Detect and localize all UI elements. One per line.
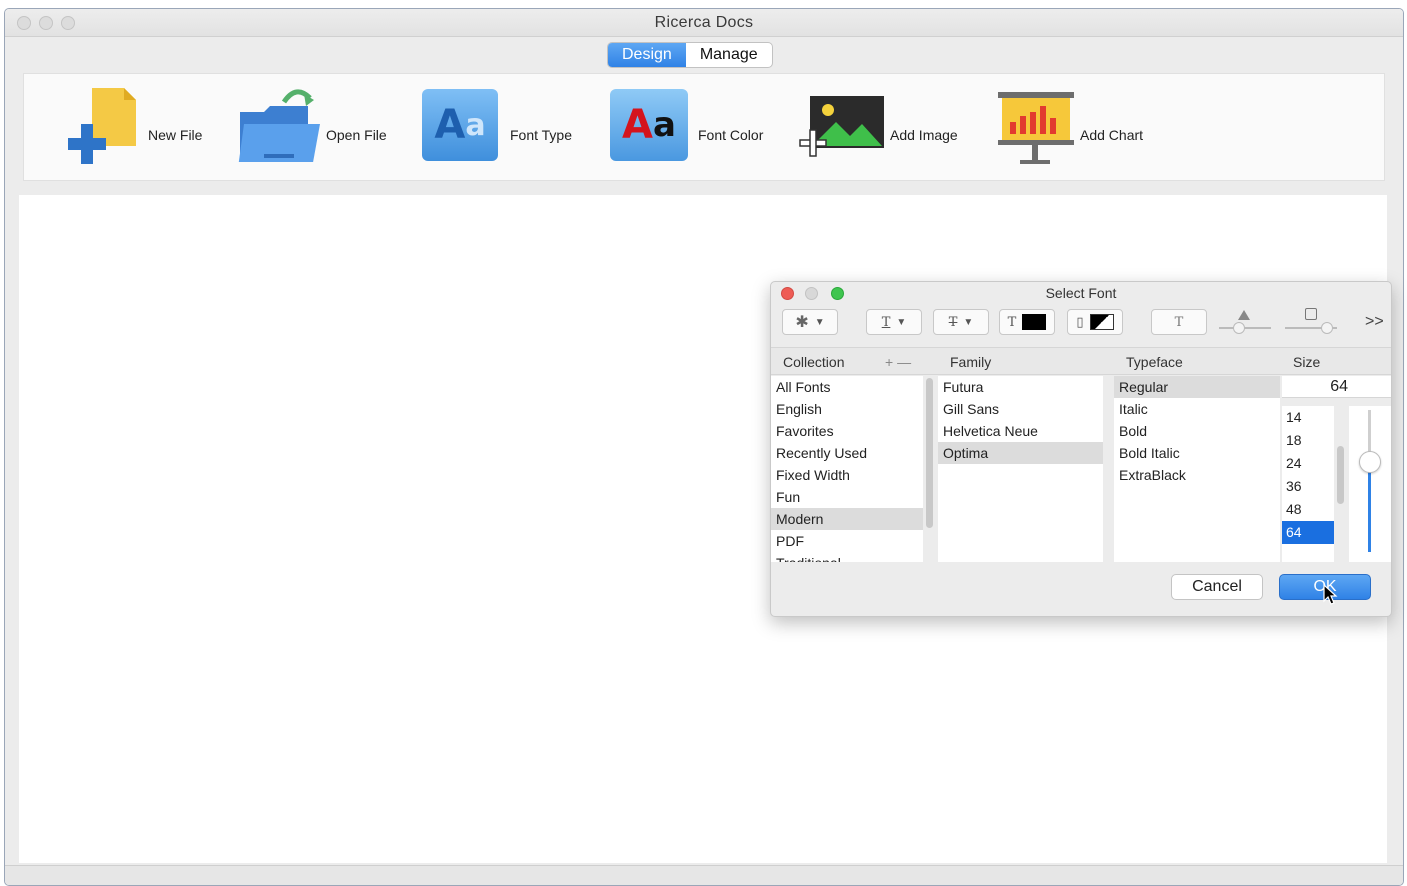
gear-icon: ✱ — [795, 314, 809, 331]
tab-design[interactable]: Design — [608, 43, 686, 67]
underline-icon: T — [881, 314, 891, 330]
list-item[interactable]: 36 — [1282, 475, 1334, 498]
text-shadow-button[interactable]: T — [1151, 309, 1207, 335]
strikethrough-icon: T — [948, 314, 958, 330]
mouse-cursor-icon — [1323, 584, 1338, 605]
list-item-selected[interactable]: Modern — [771, 508, 923, 530]
slider-knob[interactable] — [1321, 322, 1333, 334]
list-item-selected[interactable]: Regular — [1114, 376, 1280, 398]
list-item[interactable]: Helvetica Neue — [938, 420, 1103, 442]
font-color-icon: Aa — [610, 89, 688, 161]
size-list-scrollbar[interactable] — [1337, 446, 1344, 504]
document-color-swatch — [1089, 314, 1114, 330]
open-folder-icon — [238, 89, 320, 162]
text-color-button[interactable]: T — [999, 309, 1055, 335]
list-item[interactable]: Fun — [771, 486, 923, 508]
list-item[interactable]: 18 — [1282, 429, 1334, 452]
slider-knob[interactable] — [1359, 451, 1381, 473]
list-item[interactable]: 14 — [1282, 406, 1334, 429]
list-item[interactable]: Recently Used — [771, 442, 923, 464]
list-item[interactable]: Bold — [1114, 420, 1280, 442]
chevron-down-icon: ▼ — [896, 316, 907, 328]
mode-tabs: Design Manage — [607, 42, 773, 68]
list-item[interactable]: English — [771, 398, 923, 420]
font-type-icon: Aa — [422, 89, 498, 161]
square-icon — [1305, 308, 1317, 320]
list-item[interactable]: Favorites — [771, 420, 923, 442]
family-header: Family — [950, 354, 992, 370]
list-item[interactable]: Italic — [1114, 398, 1280, 420]
select-font-panel: Select Font ✱ ▼ T ▼ T ▼ T ▯ T >> Collect… — [770, 281, 1392, 617]
slider-track — [1219, 327, 1271, 329]
overflow-chevron-icon[interactable]: >> — [1365, 313, 1384, 331]
column-headers: Collection + — Family Typeface Size — [771, 347, 1391, 375]
list-item[interactable]: Bold Italic — [1114, 442, 1280, 464]
font-type-label: Font Type — [510, 127, 573, 143]
add-chart-icon — [998, 92, 1074, 164]
slider-fill — [1368, 462, 1371, 552]
new-file-label: New File — [148, 127, 203, 143]
list-item[interactable]: Futura — [938, 376, 1103, 398]
font-color-label: Font Color — [698, 127, 764, 143]
list-item[interactable]: 48 — [1282, 498, 1334, 521]
list-item[interactable]: 24 — [1282, 452, 1334, 475]
list-item[interactable]: Fixed Width — [771, 464, 923, 486]
list-item[interactable]: Traditional — [771, 552, 923, 562]
family-list[interactable]: Futura Gill Sans Helvetica Neue Optima — [938, 376, 1103, 562]
action-gear-button[interactable]: ✱ ▼ — [782, 309, 838, 335]
shadow-opacity-slider[interactable] — [1219, 310, 1271, 334]
shadow-blur-slider[interactable] — [1285, 308, 1337, 334]
size-input[interactable]: 64 — [1282, 376, 1391, 398]
title-bar: Ricerca Docs — [5, 9, 1403, 37]
list-item[interactable]: All Fonts — [771, 376, 923, 398]
triangle-icon — [1238, 310, 1250, 320]
tab-manage[interactable]: Manage — [686, 43, 772, 67]
list-item[interactable]: Gill Sans — [938, 398, 1103, 420]
ribbon-toolbar: New File Open File Aa Font Type Aa Font … — [23, 73, 1385, 181]
add-remove-collection-buttons[interactable]: + — — [885, 354, 911, 370]
open-file-label: Open File — [326, 127, 387, 143]
list-item-selected[interactable]: Optima — [938, 442, 1103, 464]
add-chart-label: Add Chart — [1080, 127, 1144, 143]
text-color-icon: T — [1007, 314, 1017, 330]
size-value: 64 — [1330, 378, 1348, 395]
add-image-icon — [799, 96, 884, 157]
text-color-swatch — [1022, 314, 1047, 330]
typeface-header: Typeface — [1126, 354, 1183, 370]
list-item[interactable]: ExtraBlack — [1114, 464, 1280, 486]
size-slider[interactable] — [1349, 406, 1391, 562]
cancel-button[interactable]: Cancel — [1171, 574, 1263, 600]
list-item[interactable]: PDF — [771, 530, 923, 552]
collection-header: Collection — [783, 354, 845, 370]
status-bar — [5, 865, 1403, 885]
size-header: Size — [1293, 354, 1321, 370]
chevron-down-icon: ▼ — [814, 316, 825, 328]
panel-title: Select Font — [1045, 285, 1117, 301]
underline-button[interactable]: T ▼ — [866, 309, 922, 335]
strikethrough-button[interactable]: T ▼ — [933, 309, 989, 335]
collection-list[interactable]: All Fonts English Favorites Recently Use… — [771, 376, 923, 562]
document-icon: ▯ — [1076, 314, 1084, 329]
text-shadow-icon: T — [1174, 314, 1184, 330]
new-file-icon — [68, 88, 136, 164]
list-item-selected[interactable]: 64 — [1282, 521, 1334, 544]
chevron-down-icon: ▼ — [963, 316, 974, 328]
collection-scrollbar[interactable] — [926, 378, 933, 528]
document-color-button[interactable]: ▯ — [1067, 309, 1123, 335]
slider-knob[interactable] — [1233, 322, 1245, 334]
size-list[interactable]: 14 18 24 36 48 64 — [1282, 406, 1334, 562]
add-image-label: Add Image — [890, 127, 958, 143]
typeface-list[interactable]: Regular Italic Bold Bold Italic ExtraBla… — [1114, 376, 1280, 562]
window-title: Ricerca Docs — [654, 14, 754, 31]
